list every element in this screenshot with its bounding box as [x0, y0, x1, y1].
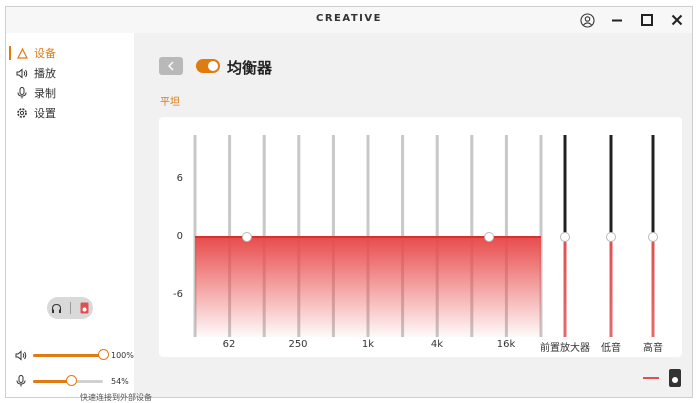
slider-handle: [606, 232, 616, 242]
preamp-label: 前置放大器: [540, 343, 590, 354]
speaker-icon: [16, 67, 28, 79]
app-window: CREATIVE 设备 播放 录制 设置 100% 54% 均衡器 平坦 6 0…: [5, 6, 693, 398]
chevron-left-icon: [168, 61, 174, 71]
equalizer-panel: 6 0 -6 62 250 1k 4k 16k 前置放大器 低音 高音: [159, 117, 682, 357]
user-icon: [579, 12, 595, 28]
volume-slider-row: 100%: [14, 348, 134, 362]
slider-track-upper: [609, 135, 613, 237]
slider-track-upper: [563, 135, 567, 237]
mic-slider-handle[interactable]: [65, 374, 77, 386]
bass-label: 低音: [601, 343, 621, 354]
x-tick-label: 4k: [430, 339, 444, 350]
slider-handle: [560, 232, 570, 242]
mic-slider-row: 54%: [14, 374, 129, 388]
sidebar-item-devices[interactable]: 设备: [6, 43, 134, 63]
equalizer-toggle[interactable]: [196, 59, 220, 73]
headphones-icon[interactable]: [51, 299, 62, 318]
treble-label: 高音: [643, 343, 663, 354]
x-tick-label: 16k: [496, 339, 516, 350]
band-handle: [484, 232, 495, 242]
volume-icon: [14, 348, 28, 362]
microphone-icon: [14, 374, 28, 388]
mic-value: 54%: [111, 376, 129, 386]
slider-handle: [648, 232, 658, 242]
band-handle: [241, 232, 252, 242]
background-text: 快速连接到外部设备: [80, 393, 152, 402]
maximize-button[interactable]: [638, 11, 656, 29]
sidebar-item-playback[interactable]: 播放: [6, 63, 134, 83]
sidebar-item-label: 播放: [34, 67, 56, 80]
sidebar-item-label: 录制: [34, 87, 56, 100]
legend-line-icon: [643, 377, 659, 379]
slider-track-upper: [651, 135, 655, 237]
close-button[interactable]: [668, 11, 686, 29]
x-tick-label: 1k: [361, 339, 375, 350]
slider-track-lower: [563, 237, 567, 337]
close-icon: [671, 14, 683, 26]
window-controls: [578, 11, 686, 29]
speaker-device-icon[interactable]: [669, 369, 681, 387]
mic-slider[interactable]: [33, 374, 103, 386]
equalizer-graph: [193, 135, 658, 337]
bottom-controls: [643, 369, 681, 387]
output-mode-toggle[interactable]: [47, 297, 93, 319]
volume-slider-handle[interactable]: [98, 348, 109, 360]
x-tick-label: 250: [288, 339, 308, 350]
microphone-icon: [16, 87, 28, 99]
toggle-divider: [70, 302, 72, 314]
sidebar-item-recording[interactable]: 录制: [6, 83, 134, 103]
eq-response-fill: [195, 237, 541, 337]
preset-name[interactable]: 平坦: [160, 93, 180, 108]
minimize-button[interactable]: [608, 11, 626, 29]
sidebar-item-label: 设置: [34, 107, 56, 120]
warning-triangle-icon: [16, 47, 28, 59]
speaker-device-icon[interactable]: [80, 299, 89, 318]
sidebar: 设备 播放 录制 设置 100% 54%: [6, 33, 134, 397]
maximize-icon: [641, 14, 653, 26]
sidebar-item-label: 设备: [34, 47, 56, 60]
slider-track-lower: [609, 237, 613, 337]
slider-track-lower: [651, 237, 655, 337]
minimize-icon: [612, 19, 622, 22]
account-button[interactable]: [578, 11, 596, 29]
page-title: 均衡器: [227, 59, 273, 77]
volume-slider[interactable]: [33, 348, 109, 360]
x-tick-label: 62: [222, 339, 236, 350]
back-button[interactable]: [159, 57, 183, 75]
title-bar: CREATIVE: [6, 7, 692, 33]
volume-value: 100%: [111, 350, 134, 360]
sidebar-item-settings[interactable]: 设置: [6, 103, 134, 123]
gear-icon: [16, 107, 28, 119]
